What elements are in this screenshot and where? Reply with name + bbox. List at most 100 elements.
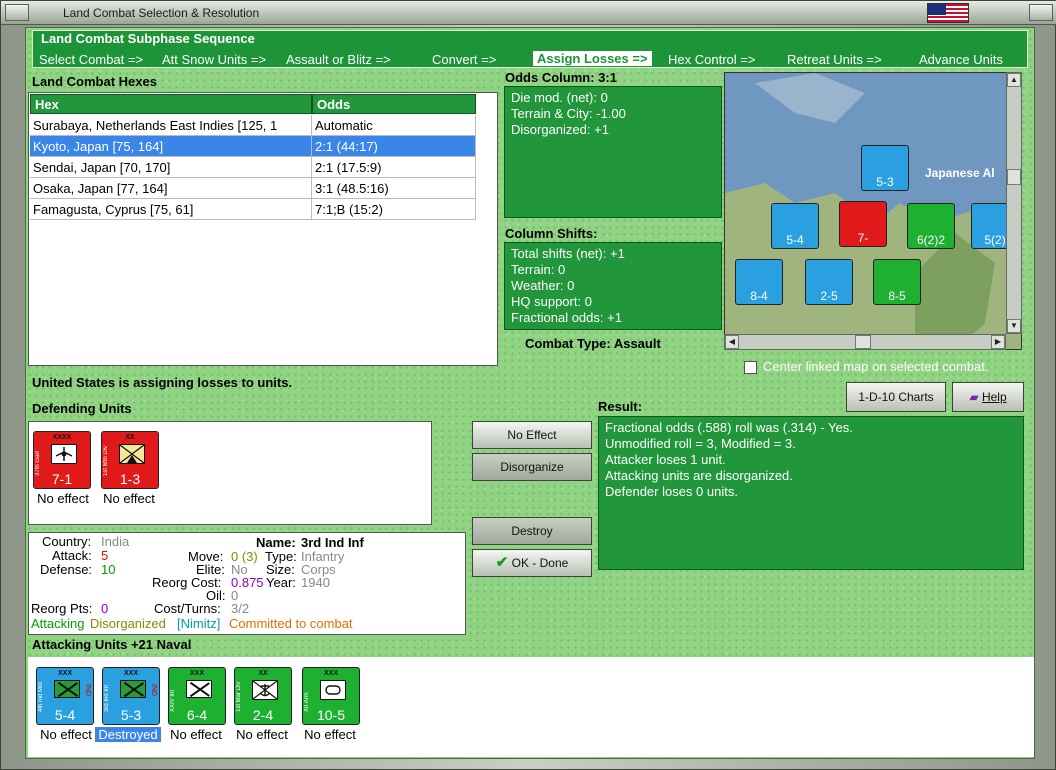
hexes-title: Land Combat Hexes	[32, 74, 157, 89]
unit-size: XXX	[123, 670, 138, 677]
infantry-icon	[186, 680, 212, 698]
map-vertical-scrollbar[interactable]: ▲ ▼	[1006, 72, 1022, 334]
cost-turns-value: 3/2	[231, 601, 250, 616]
defending-title: Defending Units	[32, 401, 132, 416]
attacking-unit[interactable]: XX 1st Mar Div 2-4	[234, 667, 292, 725]
defending-unit[interactable]: XXXX 37th Garr 7-1	[33, 431, 91, 489]
result-line: Defender loses 0 units.	[605, 484, 738, 499]
defense-label: Defense:	[40, 562, 93, 577]
help-button[interactable]: ▰ Help	[952, 382, 1024, 412]
unit-result: Destroyed	[95, 727, 161, 742]
unit-result: No effect	[37, 491, 89, 506]
attack-label: Attack:	[52, 548, 92, 563]
attacking-unit-selected[interactable]: XXX 3rd Ind Inf IND 5-3	[100, 665, 162, 727]
attacking-title: Attacking Units +21 Naval	[32, 637, 192, 652]
table-row-selected[interactable]: Kyoto, Japan [75, 164] 2:1 (44:17)	[30, 136, 476, 157]
result-line: Fractional odds (.588) roll was (.314) -…	[605, 420, 853, 435]
col-odds-header[interactable]: Odds	[312, 94, 476, 114]
attack-value: 5	[101, 548, 109, 563]
step-hex-control[interactable]: Hex Control =>	[668, 52, 755, 67]
map-unit[interactable]: 5-3	[861, 145, 909, 191]
map-unit-defender[interactable]: 7-	[839, 201, 887, 247]
table-row[interactable]: Sendai, Japan [70, 170] 2:1 (17.5:9)	[30, 157, 476, 178]
map-horizontal-scrollbar[interactable]: ◀ ▶	[724, 334, 1006, 350]
step-retreat[interactable]: Retreat Units =>	[787, 52, 882, 67]
hex-cell: Osaka, Japan [77, 164]	[30, 178, 312, 199]
shifts-title: Column Shifts:	[505, 226, 598, 241]
step-assign-losses[interactable]: Assign Losses =>	[533, 51, 652, 66]
map-unit[interactable]: 5-4	[771, 203, 819, 249]
scroll-down-icon[interactable]: ▼	[1007, 319, 1021, 333]
col-hex-header[interactable]: Hex	[30, 94, 312, 114]
step-att-snow[interactable]: Att Snow Units =>	[162, 52, 266, 67]
scroll-thumb[interactable]	[855, 335, 871, 349]
shifts-panel: Total shifts (net): +1 Terrain: 0 Weathe…	[504, 242, 722, 330]
defending-units-panel: XXXX 37th Garr 7-1 No effect XX 1st Mtn …	[28, 421, 432, 525]
result-title: Result:	[598, 399, 643, 414]
attacking-status: Attacking	[31, 616, 85, 631]
disorganize-button[interactable]: Disorganize	[472, 453, 592, 481]
unit-strength: 5-4	[54, 707, 76, 723]
odds-cell: 7:1;B (15:2)	[312, 199, 476, 220]
sequence-title: Land Combat Subphase Sequence	[41, 31, 255, 46]
shift-line: HQ support: 0	[511, 294, 592, 309]
attacking-unit[interactable]: XXX 4th Ind Mot IND 5-4	[36, 667, 94, 725]
unit-result: No effect	[236, 727, 288, 742]
shift-line: Weather: 0	[511, 278, 575, 293]
window-close-button[interactable]	[1029, 4, 1053, 21]
map-unit[interactable]: 8-5	[873, 259, 921, 305]
garrison-icon	[51, 444, 77, 464]
unit-size: XX	[258, 670, 268, 677]
step-advance[interactable]: Advance Units	[919, 52, 1003, 67]
committed-status: Committed to combat	[229, 616, 353, 631]
nation-tag: IND	[84, 684, 91, 697]
unit-strength: 6-4	[186, 707, 208, 723]
map-unit[interactable]: 2-5	[805, 259, 853, 305]
name-value: 3rd Ind Inf	[301, 535, 364, 550]
odds-cell: 2:1 (44:17)	[312, 136, 476, 157]
unit-strength: 5-3	[120, 707, 142, 723]
hex-cell: Sendai, Japan [70, 170]	[30, 157, 312, 178]
table-row[interactable]: Surabaya, Netherlands East Indies [125, …	[30, 115, 476, 136]
destroy-button[interactable]: Destroy	[472, 517, 592, 545]
result-line: Attacker loses 1 unit.	[605, 452, 726, 467]
shift-line: Total shifts (net): +1	[511, 246, 625, 261]
checkmark-icon: ✔	[495, 554, 509, 571]
step-convert[interactable]: Convert =>	[432, 52, 496, 67]
subphase-sequence: Land Combat Subphase Sequence Select Com…	[32, 30, 1028, 68]
attacking-unit[interactable]: XXX XXIV Inf 6-4	[168, 667, 226, 725]
center-map-checkbox[interactable]	[744, 361, 757, 374]
step-select-combat[interactable]: Select Combat =>	[39, 52, 143, 67]
scroll-thumb[interactable]	[1007, 169, 1021, 185]
armor-icon	[320, 680, 346, 700]
mini-map[interactable]: Japanese Al 5-3 5-4 7- 6(2)2 5(2) 8-4 2-…	[724, 72, 1022, 350]
unit-size: XXX	[57, 670, 72, 677]
ok-done-button[interactable]: ✔ OK - Done	[472, 549, 592, 577]
no-effect-button[interactable]: No Effect	[472, 421, 592, 449]
unit-strength: 1-3	[119, 471, 141, 487]
window-menu-button[interactable]	[5, 4, 29, 21]
map-unit[interactable]: 6(2)2	[907, 203, 955, 249]
unit-result: No effect	[170, 727, 222, 742]
unit-result: No effect	[40, 727, 92, 742]
attacking-units-panel: XXX 4th Ind Mot IND 5-4 No effect XXX 3r…	[28, 657, 1034, 757]
scroll-up-icon[interactable]: ▲	[1007, 73, 1021, 87]
unit-strength: 7-1	[51, 471, 73, 487]
step-assault-blitz[interactable]: Assault or Blitz =>	[286, 52, 391, 67]
defending-unit[interactable]: XX 1st Mtn Div 1-3	[101, 431, 159, 489]
unit-info-panel: Country: India Attack: 5 Defense: 10 Nam…	[28, 532, 466, 635]
status-text: United States is assigning losses to uni…	[32, 375, 293, 390]
table-row[interactable]: Osaka, Japan [77, 164] 3:1 (48.5:16)	[30, 178, 476, 199]
hex-cell: Famagusta, Cyprus [75, 61]	[30, 199, 312, 220]
map-unit[interactable]: 8-4	[735, 259, 783, 305]
odds-cell: Automatic	[312, 115, 476, 136]
result-panel: Fractional odds (.588) roll was (.314) -…	[598, 416, 1024, 570]
charts-button[interactable]: 1-D-10 Charts	[846, 382, 946, 412]
table-row[interactable]: Famagusta, Cyprus [75, 61] 7:1;B (15:2)	[30, 199, 476, 220]
scroll-right-icon[interactable]: ▶	[991, 335, 1005, 349]
result-line: Unmodified roll = 3, Modified = 3.	[605, 436, 796, 451]
defense-value: 10	[101, 562, 116, 577]
shift-line: Terrain: 0	[511, 262, 566, 277]
scroll-left-icon[interactable]: ◀	[725, 335, 739, 349]
attacking-unit[interactable]: XXX XII Arm 10-5	[302, 667, 360, 725]
